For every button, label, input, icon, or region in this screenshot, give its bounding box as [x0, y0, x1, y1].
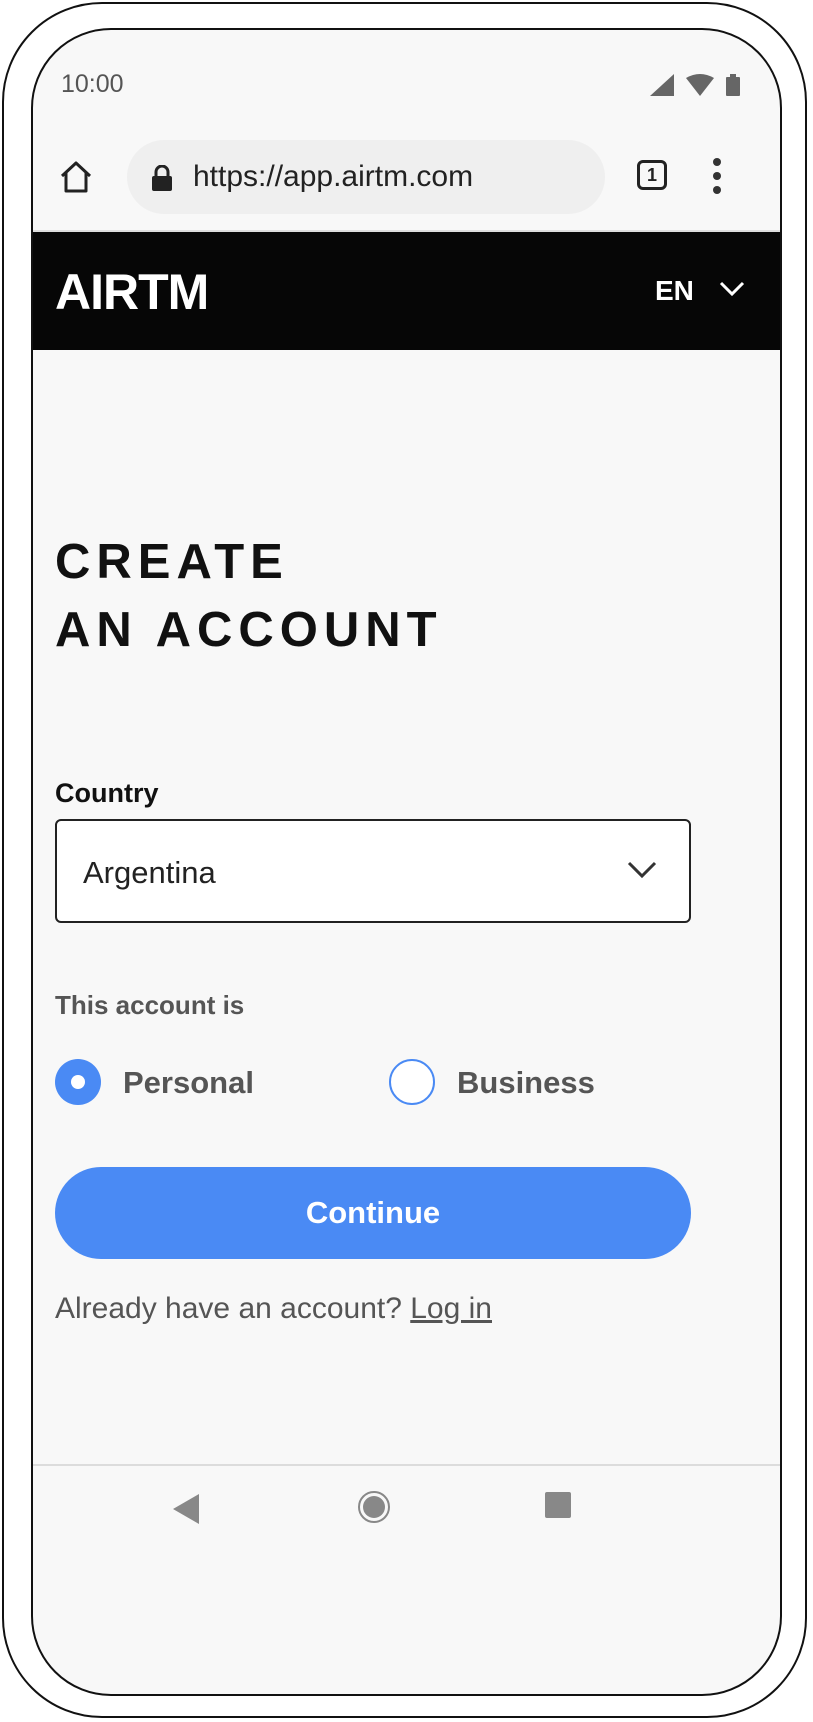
country-value: Argentina [83, 855, 216, 890]
status-time: 10:00 [61, 70, 124, 98]
battery-icon [726, 74, 740, 96]
app-header: AIRTM EN [33, 232, 780, 350]
country-select[interactable]: Argentina [55, 819, 691, 923]
url-bar[interactable]: https://app.airtm.com [127, 140, 605, 214]
recent-apps-icon[interactable] [545, 1492, 571, 1518]
page-title: CREATE AN ACCOUNT [55, 535, 443, 657]
continue-button[interactable]: Continue [55, 1167, 691, 1259]
login-prompt-line: Already have an account? Log in [55, 1292, 492, 1326]
back-icon[interactable] [173, 1494, 199, 1524]
lock-icon [152, 165, 172, 191]
chevron-down-icon[interactable] [719, 281, 745, 297]
url-text: https://app.airtm.com [193, 160, 474, 193]
login-prompt-text: Already have an account? [55, 1292, 402, 1325]
radio-personal-label[interactable]: Personal [123, 1065, 254, 1101]
country-label: Country [55, 778, 159, 808]
tabs-count-icon[interactable]: 1 [637, 160, 667, 190]
airtm-logo[interactable]: AIRTM [55, 268, 245, 314]
account-type-label: This account is [55, 990, 245, 1020]
nav-divider [33, 1464, 780, 1466]
signal-icon [650, 74, 674, 96]
wifi-icon [686, 74, 714, 96]
home-icon[interactable] [59, 160, 93, 194]
phone-screen: 10:00 https://app.airtm.com 1 AIRTM EN C… [31, 28, 782, 1696]
radio-business-label[interactable]: Business [457, 1065, 595, 1101]
chevron-down-icon [627, 861, 657, 879]
radio-business[interactable] [389, 1059, 435, 1105]
svg-text:AIRTM: AIRTM [55, 268, 208, 314]
login-link[interactable]: Log in [410, 1292, 492, 1325]
status-icons [650, 74, 740, 96]
home-nav-icon[interactable] [357, 1490, 391, 1524]
language-selector[interactable]: EN [655, 275, 694, 307]
radio-personal[interactable] [55, 1059, 101, 1105]
more-menu-icon[interactable] [713, 158, 723, 198]
